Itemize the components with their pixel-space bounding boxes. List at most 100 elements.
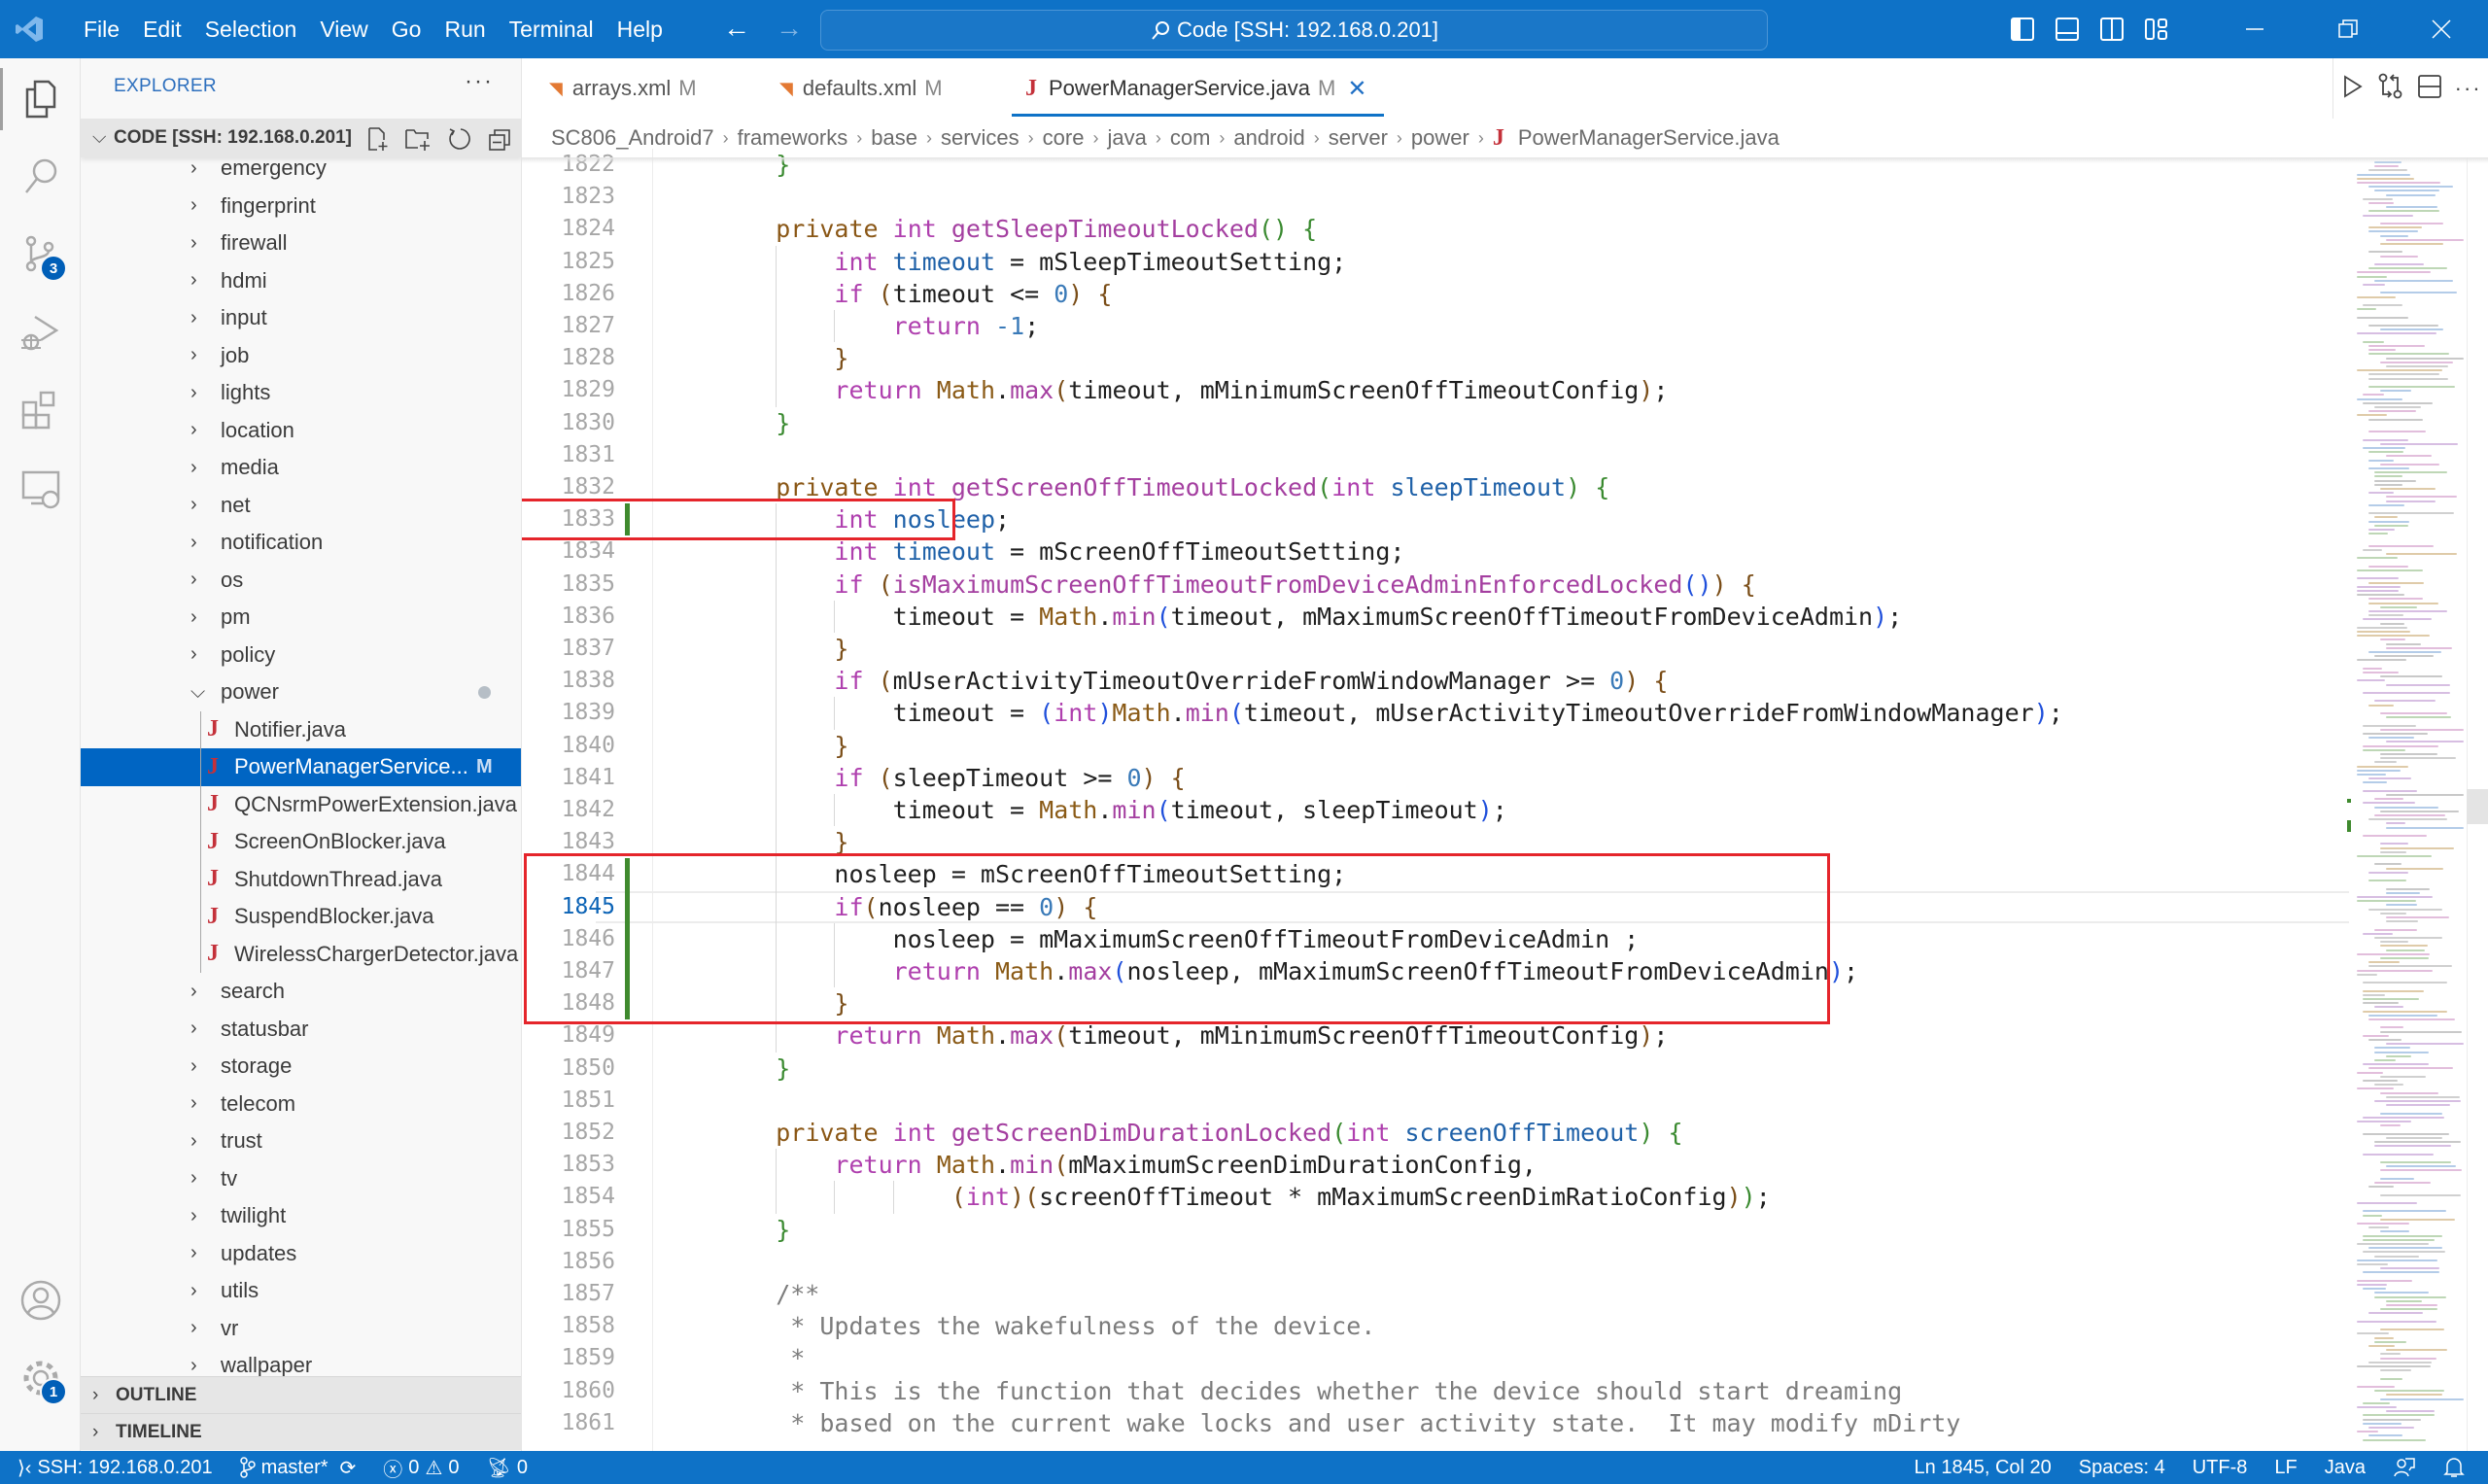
folder-item-twilight[interactable]: › twilight (81, 1197, 521, 1235)
refresh-icon[interactable] (444, 124, 473, 154)
file-item-powermanagerservice[interactable]: J PowerManagerService... M (81, 748, 521, 786)
new-folder-icon[interactable] (403, 124, 432, 154)
breadcrumb-item[interactable]: core (1043, 125, 1085, 151)
folder-item-trust[interactable]: › trust (81, 1122, 521, 1160)
arrow-right-icon[interactable]: → (776, 14, 803, 43)
code-editor[interactable]: 1822 } 1823 1824 private int getSleepTimeo… (522, 149, 2349, 1451)
sync-icon[interactable]: ⟳ (340, 1456, 357, 1480)
open-changes-icon[interactable] (2377, 73, 2404, 105)
folder-item-lights[interactable]: › lights (81, 374, 521, 412)
toggle-primary-sidebar-icon[interactable] (2000, 0, 2045, 58)
activity-run-debug[interactable] (0, 293, 81, 371)
menu-edit[interactable]: Edit (131, 17, 193, 43)
folder-item-job[interactable]: › job (81, 337, 521, 375)
activity-manage[interactable]: 1 (0, 1339, 81, 1417)
minimap[interactable] (2347, 157, 2466, 1451)
menu-selection[interactable]: Selection (193, 17, 309, 43)
vertical-scrollbar[interactable] (2467, 157, 2488, 1451)
git-branch[interactable]: master* ⟳ (239, 1456, 357, 1480)
activity-accounts[interactable] (0, 1261, 81, 1339)
tab-defaults-xml[interactable]: ◥ defaults.xml M (779, 58, 943, 119)
arrow-left-icon[interactable]: ← (723, 14, 750, 43)
menu-view[interactable]: View (308, 17, 379, 43)
language-mode[interactable]: Java (2325, 1457, 2366, 1479)
restore-icon[interactable] (2301, 0, 2395, 58)
menu-go[interactable]: Go (380, 17, 433, 43)
toggle-secondary-sidebar-icon[interactable] (2090, 0, 2134, 58)
folder-item-hdmi[interactable]: › hdmi (81, 262, 521, 300)
folder-item-vr[interactable]: › vr (81, 1310, 521, 1348)
minimize-icon[interactable] (2208, 0, 2301, 58)
toggle-panel-icon[interactable] (2045, 0, 2090, 58)
feedback-icon[interactable] (2393, 1456, 2416, 1479)
timeline-section-header[interactable]: › TIMELINE (81, 1413, 521, 1450)
more-actions-icon[interactable]: ··· (465, 68, 494, 95)
menu-run[interactable]: Run (432, 17, 497, 43)
folder-item-statusbar[interactable]: › statusbar (81, 1011, 521, 1049)
breadcrumb-item[interactable]: android (1233, 125, 1304, 151)
more-actions-icon[interactable]: ··· (2455, 76, 2482, 101)
file-item-suspendblocker-java[interactable]: J SuspendBlocker.java (81, 898, 521, 936)
file-item-screenonblocker-java[interactable]: J ScreenOnBlocker.java (81, 823, 521, 861)
command-center[interactable]: Code [SSH: 192.168.0.201] (820, 10, 1768, 51)
file-item-shutdownthread-java[interactable]: J ShutdownThread.java (81, 861, 521, 899)
activity-remote-explorer[interactable] (0, 449, 81, 527)
new-file-icon[interactable] (363, 124, 392, 154)
folder-item-telecom[interactable]: › telecom (81, 1086, 521, 1123)
breadcrumb-item[interactable]: services (941, 125, 1019, 151)
file-item-notifier-java[interactable]: J Notifier.java (81, 711, 521, 749)
notifications-icon[interactable] (2443, 1456, 2465, 1479)
encoding[interactable]: UTF-8 (2193, 1457, 2248, 1479)
folder-item-os[interactable]: › os (81, 562, 521, 600)
collapse-all-icon[interactable] (485, 124, 514, 154)
scrollbar-thumb[interactable] (2467, 789, 2488, 824)
folder-item-location[interactable]: › location (81, 412, 521, 450)
outline-section-header[interactable]: › OUTLINE (81, 1376, 521, 1413)
close-window-icon[interactable] (2395, 0, 2488, 58)
breadcrumb-item[interactable]: SC806_Android7 (551, 125, 714, 151)
tab-arrays-xml[interactable]: ◥ arrays.xml M (549, 58, 697, 119)
folder-item-tv[interactable]: › tv (81, 1160, 521, 1198)
folder-item-fingerprint[interactable]: › fingerprint (81, 188, 521, 225)
folder-item-policy[interactable]: › policy (81, 637, 521, 674)
folder-item-power[interactable]: ⌵ power (81, 673, 521, 711)
file-item-qcnsrmpowerextension-java[interactable]: J QCNsrmPowerExtension.java (81, 786, 521, 824)
folder-item-input[interactable]: › input (81, 299, 521, 337)
indentation[interactable]: Spaces: 4 (2079, 1457, 2165, 1479)
folder-item-updates[interactable]: › updates (81, 1235, 521, 1273)
breadcrumb-item[interactable]: java (1107, 125, 1146, 151)
activity-explorer[interactable] (0, 60, 81, 138)
breadcrumb-item[interactable]: base (871, 125, 917, 151)
breadcrumb-item[interactable]: PowerManagerService.java (1518, 125, 1780, 151)
menu-help[interactable]: Help (605, 17, 674, 43)
split-editor-icon[interactable] (2417, 74, 2442, 104)
problems-indicator[interactable]: ⓧ 0 ⚠ 0 (383, 1454, 459, 1482)
folder-item-storage[interactable]: › storage (81, 1048, 521, 1086)
end-of-line[interactable]: LF (2274, 1457, 2297, 1479)
remote-indicator[interactable]: ⟩‹ SSH: 192.168.0.201 (17, 1456, 213, 1480)
ports-indicator[interactable]: 📡︎ 0 (486, 1456, 528, 1480)
folder-item-media[interactable]: › media (81, 449, 521, 487)
tab-powermanagerservice-java[interactable]: J PowerManagerService.java M ✕ (1011, 58, 1385, 119)
menu-terminal[interactable]: Terminal (498, 17, 605, 43)
breadcrumb-item[interactable]: power (1411, 125, 1469, 151)
activity-extensions[interactable] (0, 371, 81, 449)
breadcrumb-item[interactable]: server (1329, 125, 1388, 151)
breadcrumb-item[interactable]: frameworks (738, 125, 848, 151)
folder-item-search[interactable]: › search (81, 973, 521, 1011)
run-icon[interactable] (2339, 74, 2365, 104)
customize-layout-icon[interactable] (2134, 0, 2179, 58)
folder-item-pm[interactable]: › pm (81, 599, 521, 637)
folder-item-net[interactable]: › net (81, 487, 521, 525)
breadcrumb-item[interactable]: com (1170, 125, 1211, 151)
file-item-wirelesschargerdetector-java[interactable]: J WirelessChargerDetector.java (81, 936, 521, 974)
folder-item-notification[interactable]: › notification (81, 524, 521, 562)
folder-item-utils[interactable]: › utils (81, 1272, 521, 1310)
close-tab-icon[interactable]: ✕ (1347, 75, 1366, 103)
activity-search[interactable] (0, 138, 81, 216)
workspace-section-header[interactable]: ⌵ CODE [SSH: 192.168.0.201] (81, 119, 521, 157)
folder-item-firewall[interactable]: › firewall (81, 224, 521, 262)
menu-file[interactable]: File (72, 17, 131, 43)
cursor-position[interactable]: Ln 1845, Col 20 (1915, 1457, 2052, 1479)
activity-source-control[interactable]: 3 (0, 216, 81, 293)
